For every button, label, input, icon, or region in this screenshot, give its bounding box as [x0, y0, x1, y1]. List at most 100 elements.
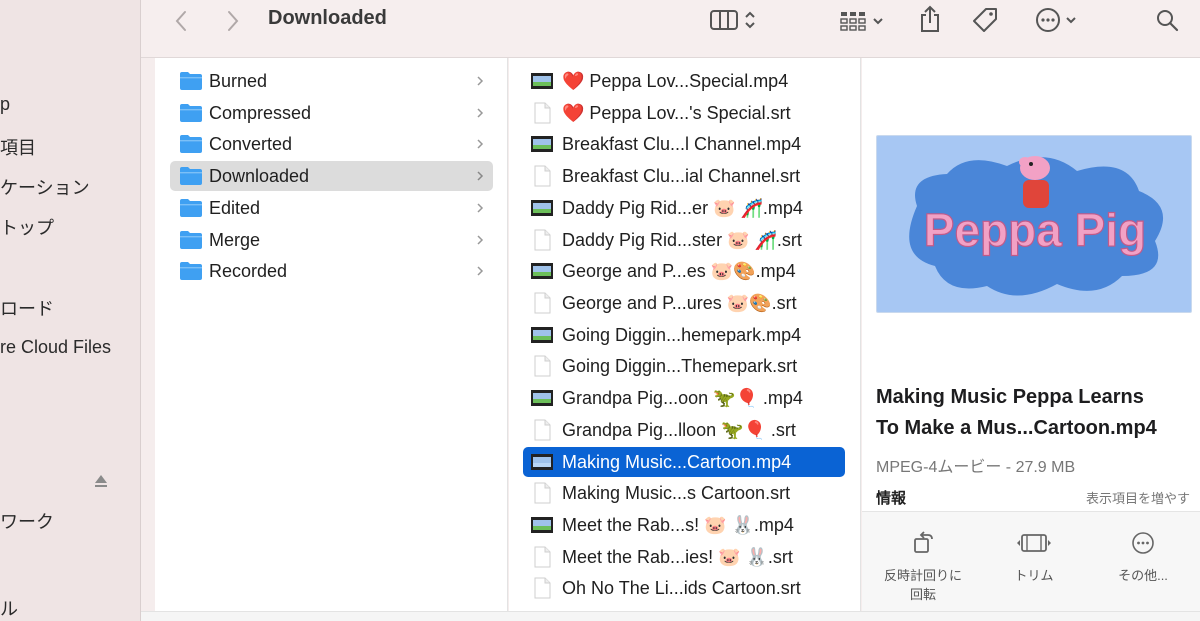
sidebar-item-label: re Cloud Files — [0, 337, 112, 357]
file-row[interactable]: ❤️ Peppa Lov...Special.mp4 — [523, 66, 845, 96]
file-row[interactable]: George and P...es 🐷🎨.mp4 — [523, 256, 845, 286]
video-file-icon — [531, 263, 553, 279]
document-icon — [534, 355, 551, 377]
sidebar-item[interactable]: ロード — [0, 295, 141, 321]
preview-pane: Peppa Pig Making Music Peppa Learns To M… — [862, 58, 1200, 611]
folder-row-burned[interactable]: Burned — [170, 66, 493, 96]
chevron-right-icon — [477, 139, 484, 149]
file-row[interactable]: Going Diggin...hemepark.mp4 — [523, 320, 845, 350]
folder-row-converted[interactable]: Converted — [170, 129, 493, 159]
tag-icon — [973, 8, 997, 32]
sidebar-item[interactable]: ワーク — [0, 508, 141, 534]
info-heading: 情報 — [876, 490, 907, 507]
file-row[interactable]: Making Music...s Cartoon.srt — [523, 478, 845, 508]
search-button[interactable] — [1153, 6, 1181, 34]
file-row[interactable]: Oh No The Li...ids Cartoon.srt — [523, 573, 845, 603]
video-file-icon — [531, 200, 553, 216]
sidebar: p 項目 ケーション トップ ロード re Cloud Files ワーク ル — [0, 0, 141, 621]
folder-row-edited[interactable]: Edited — [170, 193, 493, 223]
document-icon — [534, 102, 551, 124]
preview-title-line: Making Music Peppa Learns — [876, 386, 1144, 408]
folder-icon — [180, 72, 202, 90]
tag-button[interactable] — [969, 5, 1001, 35]
preview-title: Making Music Peppa Learns To Make a Mus.… — [876, 382, 1194, 444]
sidebar-item[interactable]: ル — [0, 595, 141, 621]
file-row-selected[interactable]: Making Music...Cartoon.mp4 — [523, 447, 845, 477]
chevron-left-icon — [175, 11, 186, 31]
window-title: Downloaded — [268, 7, 387, 29]
file-label: Daddy Pig Rid...er 🐷 🎢.mp4 — [562, 197, 803, 218]
folder-label: Edited — [209, 197, 261, 218]
folder-icon — [180, 199, 202, 217]
more-actions-button[interactable] — [1029, 6, 1083, 34]
file-row[interactable]: Breakfast Clu...ial Channel.srt — [523, 161, 845, 191]
back-button[interactable] — [169, 8, 193, 34]
file-label: Making Music...s Cartoon.srt — [562, 482, 791, 503]
folder-row-compressed[interactable]: Compressed — [170, 98, 493, 128]
chevron-down-icon — [1066, 17, 1076, 24]
folder-label: Compressed — [209, 102, 312, 123]
folder-label: Downloaded — [209, 165, 310, 186]
file-row[interactable]: Grandpa Pig...oon 🦖🎈 .mp4 — [523, 383, 845, 413]
file-row[interactable]: George and P...ures 🐷🎨.srt — [523, 288, 845, 318]
quick-actions: 反時計回りに 回転 トリム その他... — [862, 512, 1200, 611]
folder-row-recorded[interactable]: Recorded — [170, 256, 493, 286]
folder-label: Converted — [209, 133, 293, 154]
sidebar-item[interactable]: p — [0, 94, 141, 115]
file-label: ❤️ Peppa Lov...'s Special.srt — [562, 102, 791, 123]
folder-label: Merge — [209, 229, 261, 250]
action-label: 回転 — [909, 587, 936, 602]
rotate-left-button[interactable]: 反時計回りに 回転 — [868, 530, 978, 604]
file-row[interactable]: Grandpa Pig...lloon 🦖🎈 .srt — [523, 415, 845, 445]
more-button[interactable]: その他... — [1088, 530, 1198, 585]
file-row[interactable]: Meet the Rab...ies! 🐷 🐰.srt — [523, 542, 845, 572]
document-icon — [534, 482, 551, 504]
video-file-icon — [531, 454, 553, 470]
file-label: Meet the Rab...s! 🐷 🐰.mp4 — [562, 514, 794, 535]
file-row[interactable]: Daddy Pig Rid...ster 🐷 🎢.srt — [523, 225, 845, 255]
show-more-link[interactable]: 表示項目を増やす — [1086, 488, 1190, 507]
action-label: その他... — [1118, 568, 1168, 583]
file-label: ❤️ Peppa Lov...Special.mp4 — [562, 70, 789, 91]
file-label: George and P...ures 🐷🎨.srt — [562, 292, 797, 313]
folder-row-downloaded[interactable]: Downloaded — [170, 161, 493, 191]
video-file-icon — [531, 136, 553, 152]
video-file-icon — [531, 517, 553, 533]
file-label: Going Diggin...hemepark.mp4 — [562, 324, 802, 345]
document-icon — [534, 229, 551, 251]
chevron-right-icon — [477, 235, 484, 245]
video-thumbnail: Peppa Pig — [876, 135, 1192, 313]
file-row[interactable]: Going Diggin...Themepark.srt — [523, 351, 845, 381]
columns-view-icon — [710, 10, 738, 30]
folder-label: Recorded — [209, 260, 288, 281]
share-button[interactable] — [916, 4, 944, 34]
sidebar-item[interactable]: トップ — [0, 214, 141, 240]
file-label: Making Music...Cartoon.mp4 — [562, 451, 792, 472]
file-label: Oh No The Li...ids Cartoon.srt — [562, 577, 801, 598]
folder-row-merge[interactable]: Merge — [170, 225, 493, 255]
file-row[interactable]: Breakfast Clu...l Channel.mp4 — [523, 129, 845, 159]
group-button[interactable] — [836, 8, 888, 34]
search-icon — [1157, 10, 1179, 32]
sidebar-item[interactable]: ケーション — [0, 174, 141, 200]
file-row[interactable]: Daddy Pig Rid...er 🐷 🎢.mp4 — [523, 193, 845, 223]
file-row[interactable]: ❤️ Peppa Lov...'s Special.srt — [523, 98, 845, 128]
view-mode-button[interactable] — [703, 7, 763, 33]
folder-label: Burned — [209, 70, 268, 91]
folder-icon — [180, 104, 202, 122]
file-label: Breakfast Clu...ial Channel.srt — [562, 165, 801, 186]
sidebar-item[interactable]: 項目 — [0, 134, 141, 160]
status-bar — [141, 611, 1200, 621]
video-file-icon — [531, 73, 553, 89]
file-row[interactable]: Meet the Rab...s! 🐷 🐰.mp4 — [523, 510, 845, 540]
forward-button[interactable] — [221, 8, 245, 34]
action-label: トリム — [1014, 568, 1054, 583]
share-icon — [921, 5, 939, 32]
trim-button[interactable]: トリム — [979, 530, 1089, 585]
sidebar-item[interactable]: re Cloud Files — [0, 337, 141, 358]
document-icon — [534, 577, 551, 599]
file-label: Grandpa Pig...oon 🦖🎈 .mp4 — [562, 387, 803, 408]
folder-column: Burned Compressed Converted Downloaded E… — [155, 58, 508, 611]
eject-icon[interactable] — [94, 473, 108, 489]
file-label: Meet the Rab...ies! 🐷 🐰.srt — [562, 546, 793, 567]
